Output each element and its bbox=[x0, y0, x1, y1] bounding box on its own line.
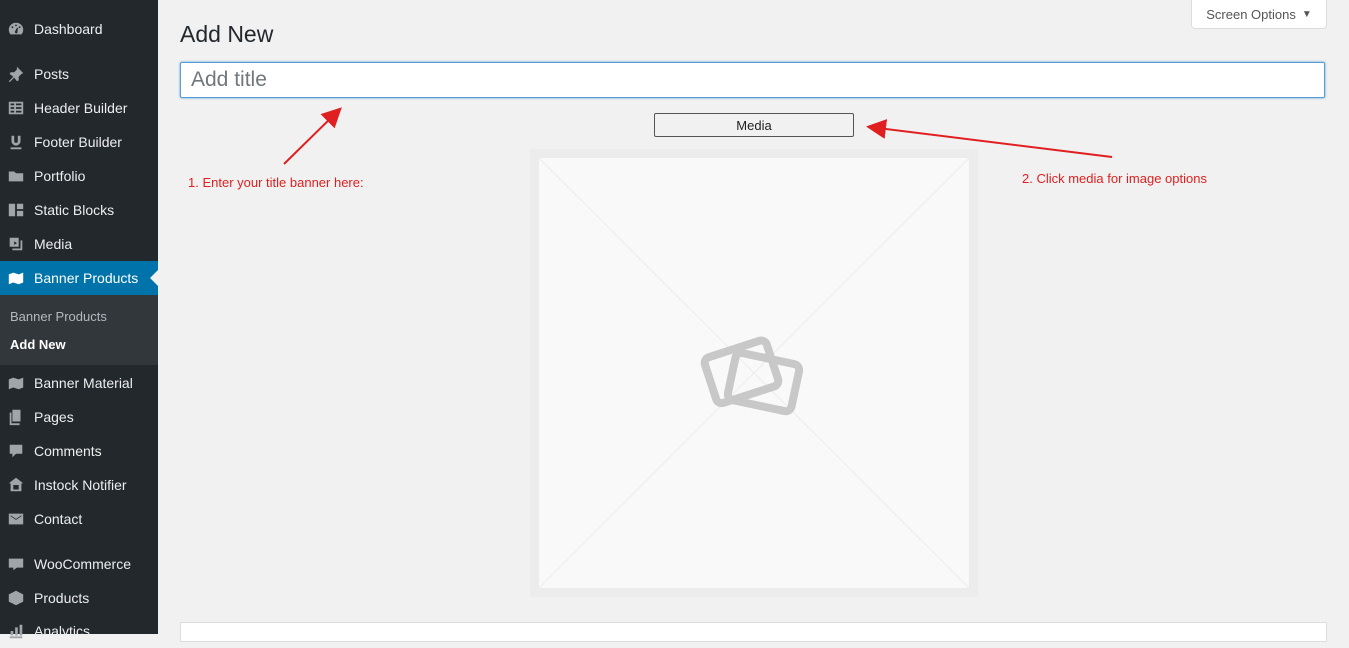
admin-sidebar: Dashboard Posts Header Builder Footer Bu… bbox=[0, 0, 158, 639]
underline-icon bbox=[6, 132, 26, 152]
menu-label: Header Builder bbox=[34, 100, 128, 116]
menu-label: Posts bbox=[34, 66, 70, 82]
menu-item-footer-builder[interactable]: Footer Builder bbox=[0, 125, 158, 159]
submenu-item-add-new[interactable]: Add New bbox=[10, 337, 66, 352]
screen-options-button[interactable]: Screen Options ▼ bbox=[1191, 0, 1327, 29]
menu-label: Comments bbox=[34, 443, 102, 459]
menu-item-contact[interactable]: Contact bbox=[0, 502, 158, 536]
menu-item-products[interactable]: Products bbox=[0, 581, 158, 615]
map-icon bbox=[6, 268, 26, 288]
menu-label: Analytics bbox=[34, 623, 91, 639]
media-button[interactable]: Media bbox=[654, 113, 854, 137]
pin-icon bbox=[6, 64, 26, 84]
banner-products-submenu: Banner Products Add New bbox=[0, 295, 158, 365]
menu-label: Banner Products bbox=[34, 270, 139, 286]
menu-label: Static Blocks bbox=[34, 202, 115, 218]
menu-label: Footer Builder bbox=[34, 134, 122, 150]
submenu-item-banner-products[interactable]: Banner Products bbox=[10, 309, 107, 324]
chart-icon bbox=[6, 621, 26, 641]
image-placeholder bbox=[538, 157, 970, 589]
menu-label: Contact bbox=[34, 511, 83, 527]
menu-label: WooCommerce bbox=[34, 556, 131, 572]
screen-options-label: Screen Options bbox=[1206, 6, 1296, 22]
menu-item-instock-notifier[interactable]: Instock Notifier bbox=[0, 468, 158, 502]
pages-icon bbox=[6, 407, 26, 427]
menu-label: Dashboard bbox=[34, 21, 103, 37]
menu-item-analytics[interactable]: Analytics bbox=[0, 614, 158, 648]
map-icon bbox=[6, 373, 26, 393]
menu-item-banner-products[interactable]: Banner Products bbox=[0, 261, 158, 295]
envelope-icon bbox=[6, 509, 26, 529]
menu-item-pages[interactable]: Pages bbox=[0, 400, 158, 434]
menu-item-media[interactable]: Media bbox=[0, 227, 158, 261]
page-title: Add New bbox=[180, 21, 274, 47]
menu-item-header-builder[interactable]: Header Builder bbox=[0, 91, 158, 125]
placeholder-graphic bbox=[538, 157, 970, 589]
menu-label: Media bbox=[34, 236, 73, 252]
menu-label: Banner Material bbox=[34, 375, 133, 391]
comment-icon bbox=[6, 441, 26, 461]
menu-item-woocommerce[interactable]: WooCommerce bbox=[0, 547, 158, 581]
menu-label: Products bbox=[34, 590, 90, 606]
menu-label: Instock Notifier bbox=[34, 477, 127, 493]
triangle-down-icon: ▼ bbox=[1301, 8, 1312, 20]
title-input[interactable] bbox=[180, 62, 1325, 98]
menu-item-static-blocks[interactable]: Static Blocks bbox=[0, 193, 158, 227]
menu-label: Pages bbox=[34, 409, 74, 425]
store-icon bbox=[6, 475, 26, 495]
arrow-to-title bbox=[283, 107, 342, 165]
woo-icon bbox=[6, 554, 26, 574]
menu-item-comments[interactable]: Comments bbox=[0, 434, 158, 468]
media-hint-annotation: 2. Click media for image options bbox=[1022, 171, 1207, 186]
menu-item-portfolio[interactable]: Portfolio bbox=[0, 159, 158, 193]
menu-label: Portfolio bbox=[34, 168, 86, 184]
table-icon bbox=[6, 98, 26, 118]
menu-item-posts[interactable]: Posts bbox=[0, 57, 158, 91]
menu-item-banner-material[interactable]: Banner Material bbox=[0, 366, 158, 400]
box-icon bbox=[6, 588, 26, 608]
media-icon bbox=[6, 234, 26, 254]
menu-item-dashboard[interactable]: Dashboard bbox=[0, 12, 158, 46]
editor-panel bbox=[180, 622, 1327, 642]
dashboard-icon bbox=[6, 19, 26, 39]
blocks-icon bbox=[6, 200, 26, 220]
title-hint-annotation: 1. Enter your title banner here: bbox=[188, 175, 364, 190]
folder-icon bbox=[6, 166, 26, 186]
